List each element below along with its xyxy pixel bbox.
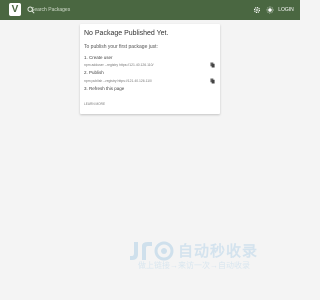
search-input[interactable] [31,4,181,16]
watermark-logo-icon [130,241,174,261]
command-publish: npm publish --registry https://121.40.12… [84,79,152,83]
empty-state-card: No Package Published Yet. To publish you… [80,24,220,114]
copy-icon[interactable] [210,78,215,84]
empty-state-subtitle: To publish your first package just: [84,44,158,50]
top-app-bar: V LOGIN [0,0,300,20]
gear-icon[interactable] [253,6,261,14]
step-create-user: 1. Create user [84,55,113,60]
copy-icon[interactable] [210,62,215,68]
step-refresh: 3. Refresh this page [84,86,125,91]
theme-icon[interactable] [266,6,274,14]
command-adduser: npm adduser --registry https://121.40.12… [84,63,154,67]
login-button[interactable]: LOGIN [276,5,296,15]
step-publish: 2. Publish [84,70,104,75]
learn-more-link[interactable]: LEARN MORE [84,102,105,106]
empty-state-title: No Package Published Yet. [84,30,169,37]
watermark-tagline: 做上链接→来访一次→自动收录 [138,261,250,270]
app-logo[interactable]: V [9,3,21,16]
watermark-brand: 自动秒收录 [178,243,259,260]
